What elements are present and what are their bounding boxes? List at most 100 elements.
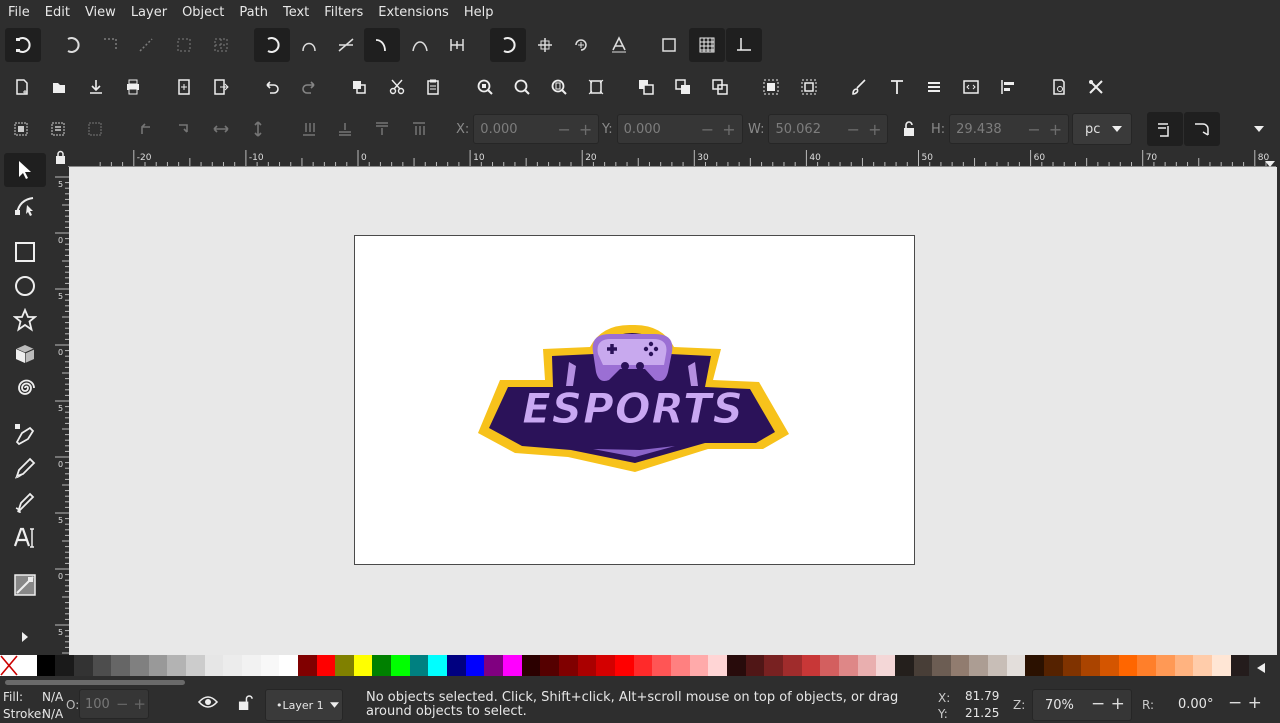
color-swatch[interactable] [876, 655, 895, 676]
scale-corners-button[interactable] [1184, 112, 1220, 146]
fill-value[interactable]: N/A [42, 690, 63, 704]
snap-grid-button[interactable] [689, 28, 725, 62]
color-swatch[interactable] [316, 655, 336, 676]
lower-to-bottom-button[interactable] [296, 116, 322, 142]
bezier-tool[interactable] [4, 417, 46, 451]
ruler-corner[interactable] [55, 150, 68, 167]
scale-stroke-button[interactable] [1147, 112, 1183, 146]
select-all-button[interactable] [8, 116, 34, 142]
color-swatch[interactable] [1044, 655, 1063, 676]
import-button[interactable] [171, 74, 197, 100]
save-button[interactable] [83, 74, 109, 100]
y-stepper[interactable]: − + [701, 115, 736, 143]
color-swatch[interactable] [652, 655, 671, 676]
color-swatch[interactable] [1174, 655, 1194, 676]
menu-file[interactable]: File [8, 5, 30, 20]
align-distribute-button[interactable] [995, 74, 1021, 100]
duplicate-button[interactable] [633, 74, 659, 100]
plus-icon[interactable]: + [722, 120, 735, 139]
color-swatch[interactable] [1230, 655, 1250, 676]
color-swatch[interactable] [726, 655, 746, 676]
minus-icon[interactable]: − [1027, 120, 1040, 139]
snap-text-baseline-button[interactable] [606, 32, 632, 58]
color-swatch[interactable] [782, 655, 802, 676]
h-stepper[interactable]: − + [1027, 115, 1062, 143]
color-swatch[interactable] [55, 655, 74, 676]
lock-ratio-button[interactable] [896, 116, 922, 142]
h-input[interactable]: 29.438 − + [949, 114, 1070, 144]
copy-button[interactable] [346, 74, 372, 100]
deselect-button[interactable] [82, 116, 108, 142]
horizontal-scrollbar[interactable] [0, 677, 1280, 687]
color-swatch[interactable] [372, 655, 392, 676]
lower-button[interactable] [332, 116, 358, 142]
selector-tool[interactable] [4, 153, 46, 187]
flip-vertical-button[interactable] [245, 116, 271, 142]
new-document-button[interactable] [9, 74, 35, 100]
menu-layer[interactable]: Layer [131, 5, 167, 20]
3d-box-tool[interactable] [4, 337, 46, 371]
page-area[interactable]: ESPORTS [354, 235, 915, 565]
zoom-input[interactable]: 70% − + [1032, 689, 1132, 721]
color-swatch[interactable] [913, 655, 933, 676]
unlink-clone-button[interactable] [707, 74, 733, 100]
zoom-page-button[interactable] [546, 74, 572, 100]
rectangle-tool[interactable] [4, 235, 46, 269]
color-swatch[interactable] [1006, 655, 1026, 676]
color-swatch[interactable] [185, 655, 205, 676]
raise-button[interactable] [369, 116, 395, 142]
menu-filters[interactable]: Filters [324, 5, 363, 20]
group-button[interactable] [758, 74, 784, 100]
node-tool[interactable] [4, 188, 46, 222]
toolbar-overflow-button[interactable] [1246, 116, 1272, 142]
vertical-ruler[interactable]: 5 0 5 0 5 0 5 0 5 [55, 167, 69, 655]
color-swatch[interactable] [353, 655, 373, 676]
color-swatch[interactable] [73, 655, 93, 676]
fill-stroke-button[interactable] [846, 74, 872, 100]
menu-help[interactable]: Help [464, 5, 494, 20]
color-swatch[interactable] [1156, 655, 1175, 676]
color-swatch[interactable] [689, 655, 709, 676]
esports-logo[interactable]: ESPORTS [475, 322, 795, 482]
w-input[interactable]: 50.062 − + [768, 114, 889, 144]
color-swatch[interactable] [1025, 655, 1045, 676]
color-swatch[interactable] [241, 655, 261, 676]
color-swatch[interactable] [559, 655, 578, 676]
color-swatch[interactable] [615, 655, 634, 676]
snap-cusp-button[interactable] [364, 28, 400, 62]
layer-visibility-toggle[interactable] [197, 695, 219, 712]
snap-bbox-corner-button[interactable] [133, 32, 159, 58]
minus-icon[interactable]: − [847, 120, 860, 139]
color-swatch[interactable] [894, 655, 914, 676]
color-swatch[interactable] [111, 655, 130, 676]
undo-button[interactable] [259, 74, 285, 100]
scrollbar-thumb[interactable] [5, 680, 185, 685]
color-swatch[interactable] [129, 655, 149, 676]
menu-view[interactable]: View [85, 5, 116, 20]
no-paint-swatch[interactable] [0, 655, 18, 676]
color-swatch[interactable] [1118, 655, 1138, 676]
color-swatch[interactable] [801, 655, 821, 676]
preferences-button[interactable] [1083, 74, 1109, 100]
x-stepper[interactable]: − + [557, 115, 592, 143]
color-swatch[interactable] [932, 655, 951, 676]
paste-button[interactable] [420, 74, 446, 100]
xml-editor-button[interactable] [958, 74, 984, 100]
color-swatch[interactable] [204, 655, 224, 676]
drawing-canvas[interactable]: ESPORTS [69, 167, 1277, 655]
menu-text[interactable]: Text [283, 5, 309, 20]
snap-page-border-button[interactable] [656, 32, 682, 58]
snap-path-button[interactable] [296, 32, 322, 58]
color-swatch[interactable] [297, 655, 317, 676]
color-swatch[interactable] [428, 655, 448, 676]
color-swatch[interactable] [838, 655, 858, 676]
export-button[interactable] [208, 74, 234, 100]
star-tool[interactable] [4, 303, 46, 337]
minus-icon[interactable]: − [557, 120, 570, 139]
snap-center-button[interactable] [532, 32, 558, 58]
color-swatch[interactable] [409, 655, 429, 676]
palette-menu-button[interactable] [1250, 658, 1272, 678]
color-swatch[interactable] [260, 655, 280, 676]
color-swatch[interactable] [148, 655, 168, 676]
text-tool[interactable] [4, 521, 46, 555]
